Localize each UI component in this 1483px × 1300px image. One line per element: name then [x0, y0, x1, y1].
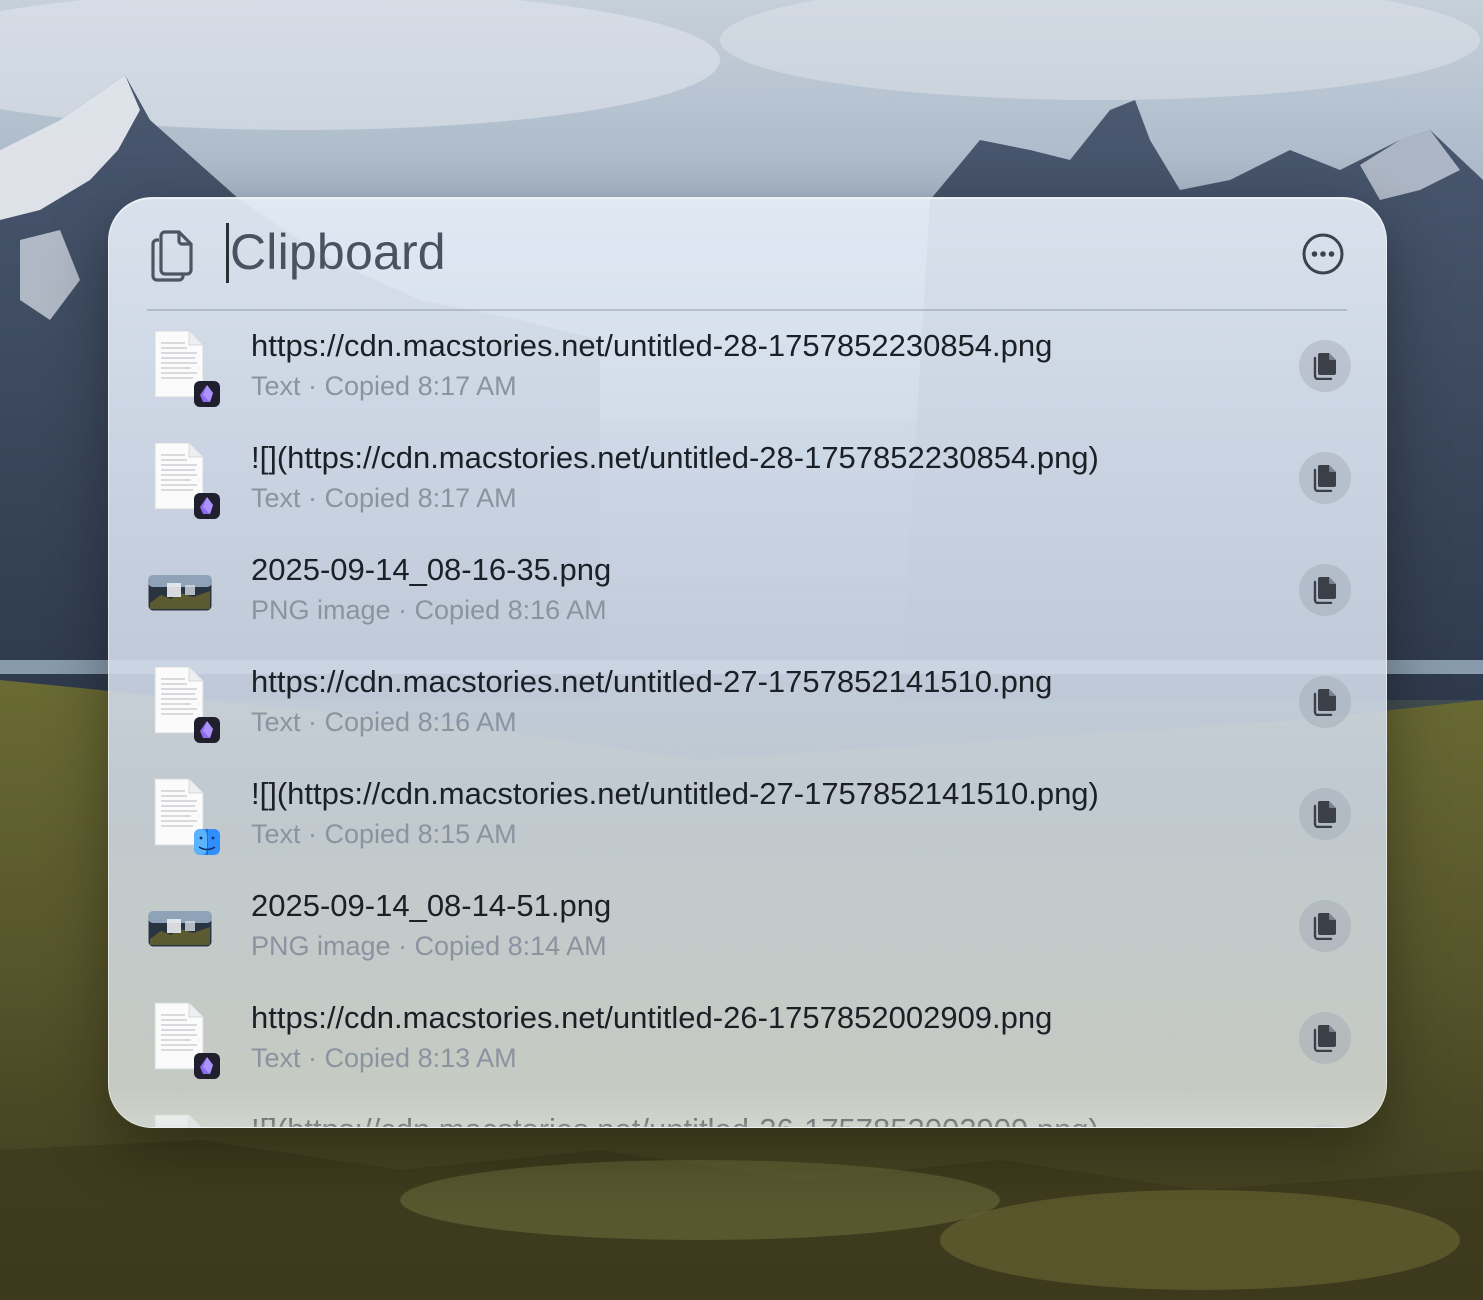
copy-button[interactable] — [1299, 1124, 1351, 1127]
list-item[interactable]: https://cdn.macstories.net/untitled-26-1… — [109, 983, 1386, 1095]
copy-button[interactable] — [1299, 340, 1351, 392]
text-document-icon — [154, 1002, 220, 1079]
item-title: 2025-09-14_08-16-35.png — [251, 552, 612, 587]
item-subtitle: Text · Copied 8:13 AM — [251, 1043, 517, 1073]
copy-button[interactable] — [1299, 788, 1351, 840]
list-item[interactable]: ![](https://cdn.macstories.net/untitled-… — [109, 1095, 1386, 1127]
copy-documents-icon — [1313, 465, 1336, 492]
item-subtitle: Text · Copied 8:15 AM — [251, 819, 517, 849]
list-item[interactable]: https://cdn.macstories.net/untitled-28-1… — [109, 311, 1386, 423]
item-title: https://cdn.macstories.net/untitled-26-1… — [251, 1000, 1053, 1035]
image-thumbnail-icon — [147, 574, 213, 612]
text-document-icon — [154, 666, 220, 743]
item-title: https://cdn.macstories.net/untitled-28-1… — [251, 328, 1053, 363]
item-title: https://cdn.macstories.net/untitled-27-1… — [251, 664, 1053, 699]
copy-documents-icon — [1313, 801, 1336, 828]
list-item[interactable]: 2025-09-14_08-14-51.png PNG image · Copi… — [109, 871, 1386, 983]
item-title: ![](https://cdn.macstories.net/untitled-… — [251, 1111, 1099, 1127]
text-caret — [226, 223, 229, 283]
copy-documents-icon — [1313, 689, 1336, 716]
item-subtitle: Text · Copied 8:17 AM — [251, 371, 517, 401]
search-input[interactable]: Clipboard — [230, 222, 446, 282]
copy-button[interactable] — [1299, 452, 1351, 504]
clipboard-panel: Clipboard https://cdn.macstories.net/unt… — [108, 197, 1387, 1128]
copy-documents-icon — [1313, 577, 1336, 604]
item-subtitle: Text · Copied 8:16 AM — [251, 707, 517, 737]
text-document-icon — [154, 1114, 202, 1127]
item-subtitle: Text · Copied 8:17 AM — [251, 483, 517, 513]
text-document-icon — [154, 778, 220, 855]
clipboard-copy-icon — [151, 230, 193, 282]
copy-documents-icon — [1313, 913, 1336, 940]
list-item[interactable]: 2025-09-14_08-16-35.png PNG image · Copi… — [109, 535, 1386, 647]
item-subtitle: PNG image · Copied 8:14 AM — [251, 931, 607, 961]
text-document-icon — [154, 330, 220, 407]
item-title: 2025-09-14_08-14-51.png — [251, 888, 612, 923]
copy-button[interactable] — [1299, 676, 1351, 728]
clipboard-history-list: https://cdn.macstories.net/untitled-28-1… — [109, 311, 1386, 1127]
copy-button[interactable] — [1299, 900, 1351, 952]
item-subtitle: PNG image · Copied 8:16 AM — [251, 595, 607, 625]
list-item[interactable]: ![](https://cdn.macstories.net/untitled-… — [109, 423, 1386, 535]
copy-documents-icon — [1313, 1025, 1336, 1052]
list-item[interactable]: https://cdn.macstories.net/untitled-27-1… — [109, 647, 1386, 759]
item-title: ![](https://cdn.macstories.net/untitled-… — [251, 776, 1099, 811]
image-thumbnail-icon — [147, 910, 213, 948]
ellipsis-circle-icon[interactable] — [1302, 233, 1344, 275]
copy-documents-icon — [1313, 353, 1336, 380]
copy-button[interactable] — [1299, 1012, 1351, 1064]
copy-button[interactable] — [1299, 564, 1351, 616]
item-title: ![](https://cdn.macstories.net/untitled-… — [251, 440, 1099, 475]
panel-header: Clipboard — [109, 198, 1386, 310]
list-item[interactable]: ![](https://cdn.macstories.net/untitled-… — [109, 759, 1386, 871]
text-document-icon — [154, 442, 220, 519]
